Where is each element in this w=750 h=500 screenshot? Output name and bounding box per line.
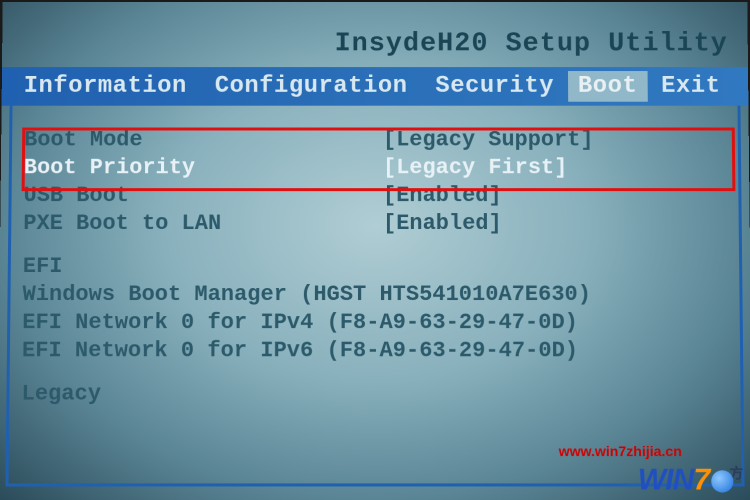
setting-pxe-boot[interactable]: PXE Boot to LAN [Enabled] <box>23 211 727 236</box>
watermark-url: www.win7zhijia.cn <box>559 443 682 459</box>
logo-7: 7 <box>693 463 709 496</box>
boot-entry[interactable]: Windows Boot Manager (HGST HTS541010A7E6… <box>22 282 727 307</box>
content-pane: Boot Mode [Legacy Support] Boot Priority… <box>5 106 744 487</box>
menu-boot[interactable]: Boot <box>568 71 647 102</box>
menu-exit[interactable]: Exit <box>647 71 734 102</box>
win7-logo: WIN7方 <box>638 463 743 497</box>
menu-information[interactable]: Information <box>10 71 201 102</box>
setting-usb-boot[interactable]: USB Boot [Enabled] <box>23 183 726 208</box>
setting-value: [Legacy Support] <box>383 128 594 153</box>
setting-boot-priority[interactable]: Boot Priority [Legacy First] <box>24 155 727 180</box>
setting-label: USB Boot <box>23 183 383 208</box>
logo-w: W <box>638 463 666 496</box>
setting-label: Boot Priority <box>24 155 383 180</box>
logo-n: N <box>672 463 693 496</box>
menu-security[interactable]: Security <box>421 71 568 102</box>
menu-configuration[interactable]: Configuration <box>201 71 422 102</box>
setting-label: PXE Boot to LAN <box>23 211 383 236</box>
section-efi: EFI <box>23 254 728 279</box>
setting-boot-mode[interactable]: Boot Mode [Legacy Support] <box>24 128 726 153</box>
setting-value: [Legacy First] <box>383 155 567 180</box>
boot-entry[interactable]: EFI Network 0 for IPv6 (F8-A9-63-29-47-0… <box>22 338 728 363</box>
page-title: InsydeH20 Setup Utility <box>2 2 748 67</box>
windows-orb-icon <box>711 470 733 492</box>
setting-label: Boot Mode <box>24 128 383 153</box>
setting-value: [Enabled] <box>383 183 502 208</box>
setting-value: [Enabled] <box>383 211 502 236</box>
menu-bar: Information Configuration Security Boot … <box>2 67 749 106</box>
section-legacy: Legacy <box>21 381 728 406</box>
bios-screen: InsydeH20 Setup Utility Information Conf… <box>0 2 750 500</box>
boot-entry[interactable]: EFI Network 0 for IPv4 (F8-A9-63-29-47-0… <box>22 310 728 335</box>
